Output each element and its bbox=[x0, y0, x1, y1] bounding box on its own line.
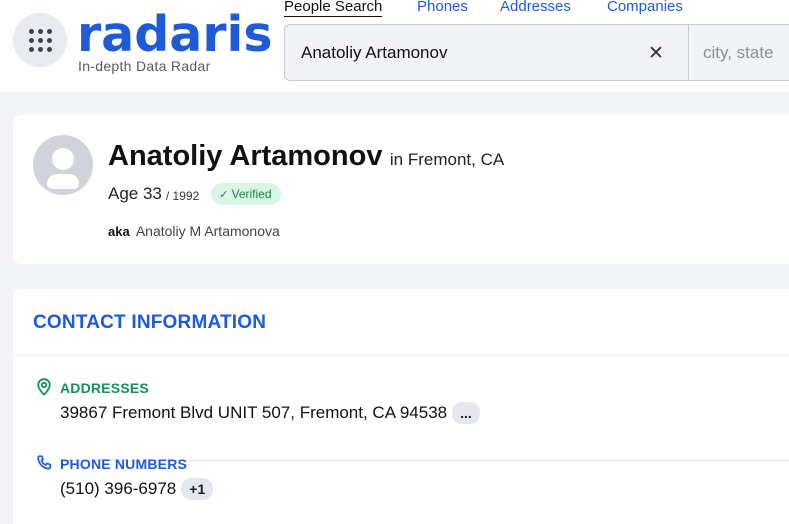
address-value[interactable]: 39867 Fremont Blvd UNIT 507, Fremont, CA… bbox=[60, 403, 447, 423]
search-bar: Anatoliy Artamonov ✕ city, state bbox=[284, 24, 789, 81]
nav-addresses[interactable]: Addresses bbox=[500, 0, 571, 15]
menu-grid-icon[interactable] bbox=[13, 13, 67, 67]
avatar-head-shape bbox=[52, 148, 74, 170]
person-name: Anatoliy Artamonov bbox=[108, 140, 383, 172]
aka-value: Anatoliy M Artamonova bbox=[135, 223, 280, 239]
aka-label: aka bbox=[108, 224, 130, 239]
nav-phones[interactable]: Phones bbox=[417, 0, 468, 15]
contact-header: CONTACT INFORMATION bbox=[13, 289, 789, 355]
verified-badge: ✓ Verified bbox=[211, 183, 281, 205]
close-icon[interactable]: ✕ bbox=[648, 42, 664, 65]
verified-label: Verified bbox=[231, 187, 272, 201]
more-addresses-button[interactable]: ... bbox=[452, 402, 480, 424]
search-name-input[interactable]: Anatoliy Artamonov bbox=[301, 43, 447, 63]
nav-people-search[interactable]: People Search bbox=[284, 0, 383, 17]
contact-title: CONTACT INFORMATION bbox=[33, 312, 267, 333]
avatar bbox=[33, 135, 93, 195]
age-label: Age 33 bbox=[108, 184, 162, 203]
avatar-body-shape bbox=[47, 174, 79, 189]
phones-label: PHONE NUMBERS bbox=[60, 456, 188, 472]
aka-line: aka Anatoliy M Artamonova bbox=[108, 223, 280, 239]
phone-value[interactable]: (510) 396-6978 bbox=[60, 479, 176, 499]
address-row: 39867 Fremont Blvd UNIT 507, Fremont, CA… bbox=[60, 402, 480, 424]
more-phones-button[interactable]: +1 bbox=[181, 478, 214, 500]
person-location: in Fremont, CA bbox=[389, 150, 505, 169]
contact-body: ADDRESSES 39867 Fremont Blvd UNIT 507, F… bbox=[13, 355, 789, 524]
phone-row: (510) 396-6978 +1 bbox=[60, 478, 214, 500]
addresses-label: ADDRESSES bbox=[60, 380, 149, 396]
logo-tagline: In-depth Data Radar bbox=[78, 58, 211, 74]
check-icon: ✓ bbox=[219, 188, 229, 201]
profile-card: Anatoliy Artamonov in Fremont, CA Age 33… bbox=[13, 115, 789, 264]
name-line: Anatoliy Artamonov in Fremont, CA bbox=[108, 140, 504, 173]
search-divider bbox=[688, 25, 689, 80]
contact-card: CONTACT INFORMATION ADDRESSES 39867 Frem… bbox=[13, 289, 789, 524]
map-pin-icon bbox=[37, 378, 51, 396]
nav-companies[interactable]: Companies bbox=[607, 0, 683, 15]
site-header: radaris In-depth Data Radar People Searc… bbox=[0, 0, 789, 92]
logo[interactable]: radaris bbox=[77, 9, 273, 61]
birth-year: / 1992 bbox=[165, 188, 200, 203]
search-location-input[interactable]: city, state bbox=[703, 43, 774, 63]
phone-icon bbox=[37, 455, 52, 470]
age-line: Age 33 / 1992 ✓ Verified bbox=[108, 183, 281, 205]
